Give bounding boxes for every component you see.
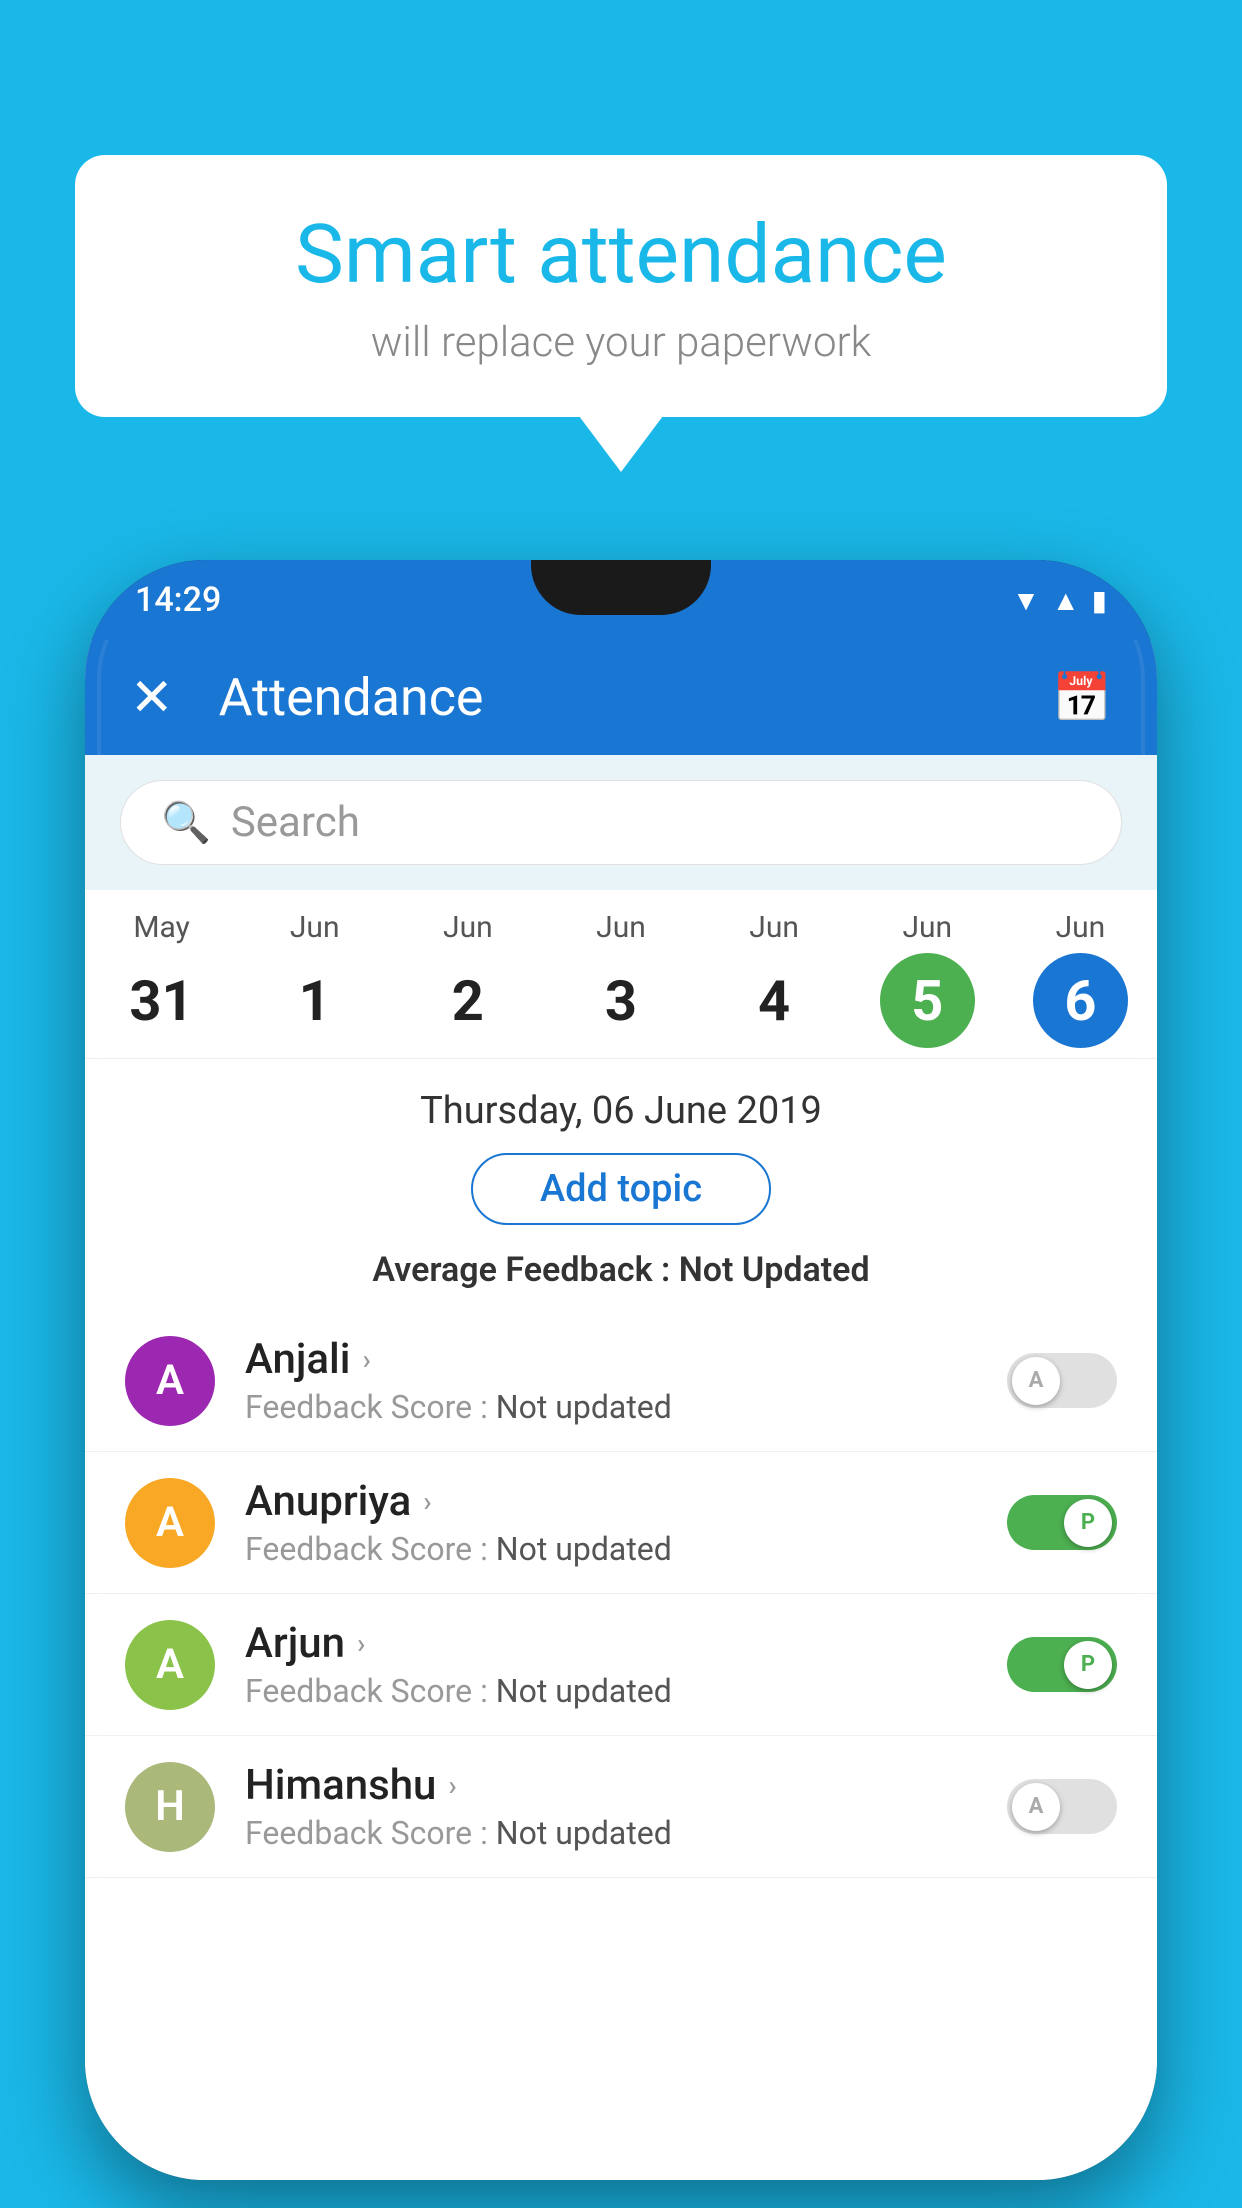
phone-notch (531, 560, 711, 615)
student-avatar-0: A (125, 1336, 215, 1426)
date-cell-2[interactable]: Jun 2 (391, 910, 544, 1048)
student-list: AAnjali ›Feedback Score : Not updatedAAA… (85, 1310, 1157, 1878)
attendance-toggle-2[interactable]: P (1007, 1637, 1117, 1692)
student-avatar-2: A (125, 1620, 215, 1710)
add-topic-button[interactable]: Add topic (471, 1153, 771, 1225)
wifi-icon: ▼ (1012, 584, 1040, 617)
date-month-3: Jun (596, 910, 646, 945)
signal-icon: ▲ (1052, 584, 1080, 617)
attendance-toggle-1[interactable]: P (1007, 1495, 1117, 1550)
search-bar[interactable]: 🔍 Search (120, 780, 1122, 865)
date-day-5: 5 (880, 953, 975, 1048)
student-item-1[interactable]: A Anupriya › Feedback Score : Not updated P (85, 1452, 1157, 1594)
avg-feedback-value: Not Updated (679, 1250, 870, 1290)
student-info-2: Arjun › Feedback Score : Not updated (245, 1619, 977, 1710)
status-time: 14:29 (135, 580, 221, 620)
student-info-1: Anupriya › Feedback Score : Not updated (245, 1477, 977, 1568)
student-feedback-3: Feedback Score : Not updated (245, 1814, 977, 1852)
date-strip: May 31 Jun 1 Jun 2 Jun 3 Jun 4 Jun 5 Jun 6 (85, 890, 1157, 1059)
student-avatar-3: H (125, 1762, 215, 1852)
student-avatar-1: A (125, 1478, 215, 1568)
student-name-0: Anjali › (245, 1335, 977, 1384)
attendance-toggle-3[interactable]: A (1007, 1779, 1117, 1834)
battery-icon: ▮ (1092, 584, 1107, 617)
search-bar-container: 🔍 Search (85, 755, 1157, 890)
toggle-knob-3: A (1012, 1783, 1060, 1831)
date-day-0: 31 (114, 953, 209, 1048)
date-month-0: May (133, 910, 189, 945)
student-item-0[interactable]: A Anjali › Feedback Score : Not updated A (85, 1310, 1157, 1452)
student-feedback-1: Feedback Score : Not updated (245, 1530, 977, 1568)
status-bar: 14:29 ▼ ▲ ▮ (85, 560, 1157, 640)
date-day-1: 1 (267, 953, 362, 1048)
date-month-1: Jun (290, 910, 340, 945)
selected-date-label: Thursday, 06 June 2019 (85, 1059, 1157, 1153)
search-icon: 🔍 (161, 799, 211, 846)
date-day-4: 4 (727, 953, 822, 1048)
phone-frame: 14:29 ▼ ▲ ▮ ✕ Attendance 📅 🔍 Search May 3… (85, 560, 1157, 2180)
close-button[interactable]: ✕ (130, 667, 174, 728)
student-feedback-2: Feedback Score : Not updated (245, 1672, 977, 1710)
date-cell-6[interactable]: Jun 6 (1004, 910, 1157, 1048)
speech-bubble-subtitle: will replace your paperwork (135, 318, 1107, 367)
attendance-toggle-0[interactable]: A (1007, 1353, 1117, 1408)
app-header: ✕ Attendance 📅 (85, 640, 1157, 755)
toggle-knob-1: P (1064, 1499, 1112, 1547)
date-cell-3[interactable]: Jun 3 (544, 910, 697, 1048)
date-day-6: 6 (1033, 953, 1128, 1048)
status-icons: ▼ ▲ ▮ (1012, 584, 1107, 617)
date-month-6: Jun (1056, 910, 1106, 945)
calendar-icon[interactable]: 📅 (1052, 669, 1112, 726)
content-area: Thursday, 06 June 2019 Add topic Average… (85, 1059, 1157, 2180)
toggle-knob-2: P (1064, 1641, 1112, 1689)
date-cell-0[interactable]: May 31 (85, 910, 238, 1048)
toggle-knob-0: A (1012, 1357, 1060, 1405)
student-name-3: Himanshu › (245, 1761, 977, 1810)
student-item-3[interactable]: H Himanshu › Feedback Score : Not updated A (85, 1736, 1157, 1878)
student-chevron-2: › (357, 1627, 365, 1660)
date-cell-5[interactable]: Jun 5 (851, 910, 1004, 1048)
speech-bubble-title: Smart attendance (135, 210, 1107, 300)
date-cell-4[interactable]: Jun 4 (698, 910, 851, 1048)
date-month-5: Jun (902, 910, 952, 945)
phone-screen: ✕ Attendance 📅 🔍 Search May31Jun1Jun2Jun… (85, 640, 1157, 2180)
student-info-3: Himanshu › Feedback Score : Not updated (245, 1761, 977, 1852)
student-info-0: Anjali › Feedback Score : Not updated (245, 1335, 977, 1426)
search-placeholder: Search (231, 798, 360, 847)
student-name-1: Anupriya › (245, 1477, 977, 1526)
avg-feedback: Average Feedback : Not Updated (85, 1250, 1157, 1290)
date-cell-1[interactable]: Jun 1 (238, 910, 391, 1048)
student-name-2: Arjun › (245, 1619, 977, 1668)
header-title: Attendance (219, 667, 1053, 728)
student-chevron-3: › (448, 1769, 456, 1802)
student-item-2[interactable]: A Arjun › Feedback Score : Not updated P (85, 1594, 1157, 1736)
avg-feedback-label: Average Feedback : (372, 1250, 678, 1290)
date-month-2: Jun (443, 910, 493, 945)
date-day-2: 2 (420, 953, 515, 1048)
student-chevron-1: › (423, 1485, 431, 1518)
student-feedback-0: Feedback Score : Not updated (245, 1388, 977, 1426)
add-topic-label: Add topic (540, 1167, 702, 1211)
student-chevron-0: › (362, 1343, 370, 1376)
date-day-3: 3 (573, 953, 668, 1048)
speech-bubble-card: Smart attendance will replace your paper… (75, 155, 1167, 417)
date-month-4: Jun (749, 910, 799, 945)
